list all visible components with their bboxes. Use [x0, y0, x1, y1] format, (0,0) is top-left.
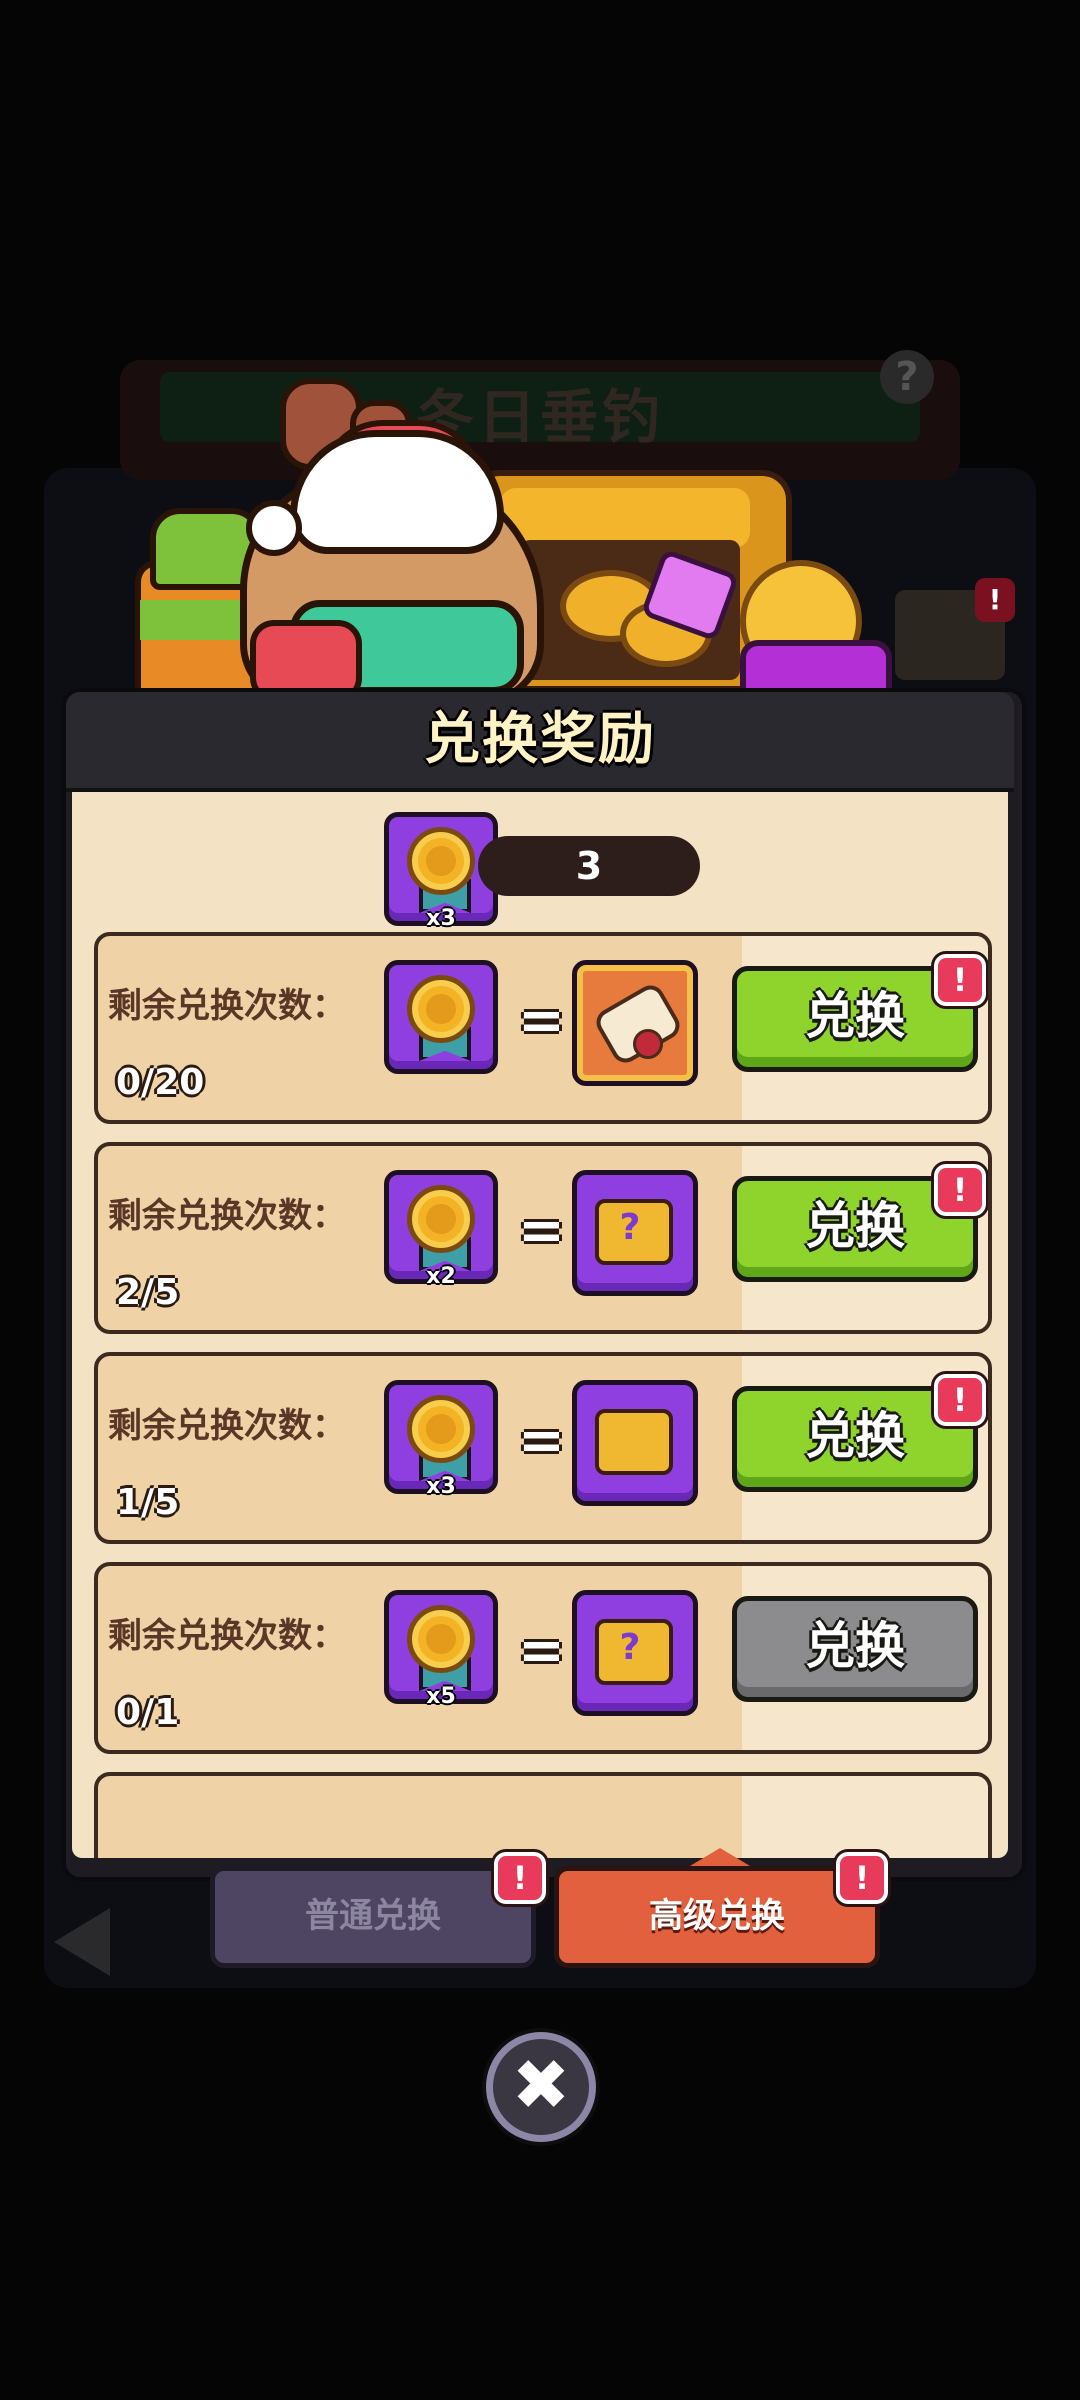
- cost-token-icon: x5: [384, 1590, 498, 1709]
- medal-icon: [407, 827, 475, 895]
- remaining-count: 1/5: [116, 1482, 180, 1523]
- medal-icon: [407, 975, 475, 1043]
- fish-emblem: [426, 846, 456, 876]
- equals-sign: =: [518, 1618, 565, 1683]
- remaining-count: 0/1: [116, 1692, 180, 1733]
- cost-token-icon: x3: [384, 1380, 498, 1499]
- cost-token-icon: x2: [384, 1170, 498, 1289]
- remaining-label: 剩余兑换次数：: [108, 986, 346, 1026]
- fish-emblem: [426, 1204, 456, 1234]
- mystery-chest-icon: ?: [572, 1170, 698, 1296]
- medal-icon: [407, 1395, 475, 1463]
- santa-hat-brim: [290, 430, 504, 554]
- equals-sign: =: [518, 1408, 565, 1473]
- exchange-row: 剩余兑换次数： 2/5 x2 = ? 兑换 !: [94, 1142, 992, 1334]
- chest-shape: [595, 1409, 673, 1475]
- help-icon: ?: [880, 350, 934, 404]
- close-icon[interactable]: ✖: [486, 2032, 596, 2142]
- cat-chest-icon: [572, 1380, 698, 1506]
- cost-multiplier: x2: [426, 1264, 456, 1289]
- tab-normal-exchange[interactable]: 普通兑换: [210, 1866, 536, 1968]
- tab-normal-badge: !: [494, 1852, 546, 1904]
- medal-icon: [407, 1605, 475, 1673]
- fish-emblem: [426, 994, 456, 1024]
- scroll-seal: [633, 1029, 663, 1059]
- exchange-row: 剩余兑换次数： 1/5 x3 = 兑换 !: [94, 1352, 992, 1544]
- mystery-skull-chest-icon: ?: [572, 1590, 698, 1716]
- remaining-label: 剩余兑换次数：: [108, 1616, 346, 1656]
- fish-emblem: [426, 1414, 456, 1444]
- scroll-icon: [572, 960, 698, 1086]
- tab-advanced-exchange[interactable]: 高级兑换: [554, 1866, 880, 1968]
- row-highlight: [742, 1776, 988, 1858]
- cost-multiplier: x5: [426, 1684, 456, 1709]
- book-alert-badge: !: [975, 578, 1015, 622]
- cost-multiplier: x3: [426, 1474, 456, 1499]
- alert-badge: !: [934, 1374, 986, 1426]
- alert-badge: !: [934, 1164, 986, 1216]
- panel-title: 兑换奖励: [424, 707, 656, 772]
- medal-icon: [407, 1185, 475, 1253]
- token-count: 3: [575, 844, 603, 888]
- exchange-row-partial: [94, 1772, 992, 1858]
- panel-body[interactable]: x3 剩余兑换次数： 0/20 = 兑换 ! 剩余兑换次数： 2/5 x2 = …: [72, 792, 1008, 1858]
- fish-emblem: [426, 1624, 456, 1654]
- remaining-count: 2/5: [116, 1272, 180, 1313]
- tab-advanced-badge: !: [836, 1852, 888, 1904]
- exchange-button-disabled[interactable]: 兑换: [732, 1596, 978, 1702]
- chest-lid: [500, 488, 750, 548]
- back-arrow-icon: [54, 1908, 110, 1976]
- alert-badge: !: [934, 954, 986, 1006]
- exchange-row: 剩余兑换次数： 0/1 x5 = ? 兑换: [94, 1562, 992, 1754]
- cost-token-icon: [384, 960, 498, 1074]
- equals-sign: =: [518, 1198, 565, 1263]
- remaining-label: 剩余兑换次数：: [108, 1406, 346, 1446]
- token-multiplier: x3: [426, 906, 456, 931]
- remaining-label: 剩余兑换次数：: [108, 1196, 346, 1236]
- equals-sign: =: [518, 988, 565, 1053]
- question-mark-icon: ?: [619, 1207, 641, 1248]
- remaining-count: 0/20: [116, 1062, 205, 1103]
- hat-pompom: [246, 500, 302, 556]
- exchange-row: 剩余兑换次数： 0/20 = 兑换 !: [94, 932, 992, 1124]
- question-mark-icon: ?: [619, 1627, 641, 1668]
